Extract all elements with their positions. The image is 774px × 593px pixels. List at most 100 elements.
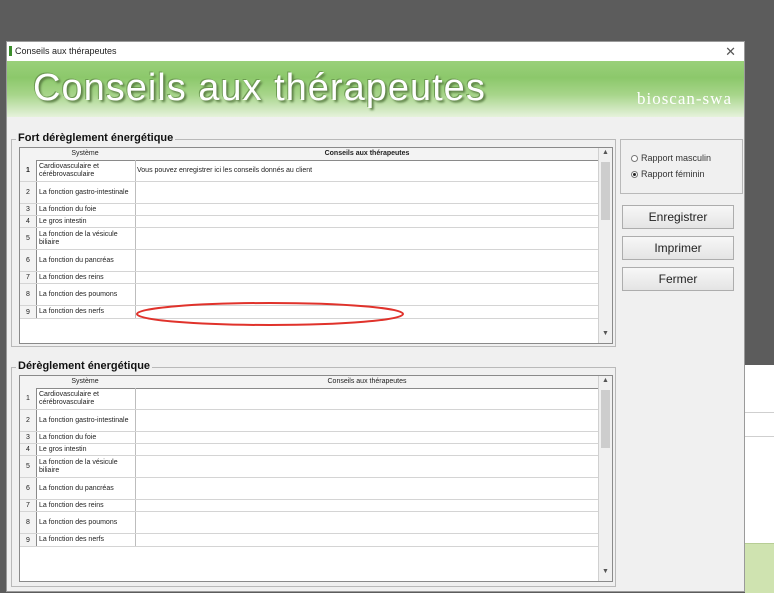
row-number[interactable]: 4 [20,216,37,227]
report-type-group: Rapport masculin Rapport féminin [620,139,743,194]
row-number[interactable]: 5 [20,456,37,477]
table-row[interactable]: 1 Cardiovasculaire et cérébrovasculaire [20,388,600,410]
advice-cell[interactable] [134,272,600,283]
close-button[interactable]: Fermer [622,267,734,291]
table-row[interactable]: 5 La fonction de la vésicule biliaire [20,456,600,478]
table-row[interactable]: 3 La fonction du foie [20,432,600,444]
table-row[interactable]: 8 La fonction des poumons [20,512,600,534]
system-cell[interactable]: La fonction du pancréas [37,478,136,499]
advice-cell[interactable] [134,388,600,409]
column-header-system[interactable]: Système [37,378,133,385]
row-number[interactable]: 8 [20,512,37,533]
table-row[interactable]: 7 La fonction des reins [20,272,600,284]
system-cell[interactable]: Cardiovasculaire et cérébrovasculaire [37,388,136,409]
vertical-scrollbar[interactable]: ▲ ▼ [598,376,612,581]
row-number[interactable]: 7 [20,500,37,511]
table-row[interactable]: 4 Le gros intestin [20,216,600,228]
table-row[interactable]: 1 Cardiovasculaire et cérébrovasculaire Vo… [20,160,600,182]
row-number[interactable]: 3 [20,432,37,443]
scroll-thumb[interactable] [601,162,610,220]
row-number[interactable]: 1 [20,388,37,409]
advice-cell[interactable] [134,432,600,443]
advice-cell[interactable] [134,216,600,227]
table-row[interactable]: 4 Le gros intestin [20,444,600,456]
system-cell[interactable]: La fonction de la vésicule biliaire [37,228,136,249]
save-button[interactable]: Enregistrer [622,205,734,229]
system-cell[interactable]: La fonction des poumons [37,512,136,533]
scroll-down-icon[interactable]: ▼ [599,568,612,580]
row-number[interactable]: 1 [20,160,37,181]
advice-cell[interactable]: Vous pouvez enregistrer ici les conseils… [134,160,600,181]
window-title: Conseils aux thérapeutes [15,46,117,56]
system-cell[interactable]: Le gros intestin [37,444,136,455]
scroll-up-icon[interactable]: ▲ [599,149,612,161]
column-header-advice[interactable]: Conseils aux thérapeutes [134,378,600,385]
row-number[interactable]: 4 [20,444,37,455]
system-cell[interactable]: La fonction des poumons [37,284,136,305]
banner-heading: Conseils aux thérapeutes [33,67,486,109]
advice-cell[interactable] [134,444,600,455]
table-row[interactable]: 6 La fonction du pancréas [20,250,600,272]
system-cell[interactable]: La fonction des nerfs [37,306,136,318]
background-divider [745,412,774,413]
advice-cell[interactable] [134,478,600,499]
row-number[interactable]: 5 [20,228,37,249]
advice-cell[interactable] [134,512,600,533]
system-cell[interactable]: Le gros intestin [37,216,136,227]
advice-cell[interactable] [134,204,600,215]
row-number[interactable]: 6 [20,250,37,271]
table-row[interactable]: 2 La fonction gastro-intestinale [20,182,600,204]
radio-male-report[interactable]: Rapport masculin [631,153,711,163]
advice-cell[interactable] [134,410,600,431]
table-row[interactable]: 2 La fonction gastro-intestinale [20,410,600,432]
scroll-up-icon[interactable]: ▲ [599,377,612,389]
system-cell[interactable]: La fonction des nerfs [37,534,136,546]
row-number[interactable]: 6 [20,478,37,499]
row-number[interactable]: 7 [20,272,37,283]
column-header-system[interactable]: Système [37,150,133,157]
table-row[interactable]: 7 La fonction des reins [20,500,600,512]
advice-cell[interactable] [134,534,600,546]
advice-cell[interactable] [134,228,600,249]
print-button[interactable]: Imprimer [622,236,734,260]
advice-cell[interactable] [134,500,600,511]
row-number[interactable]: 9 [20,306,37,318]
system-cell[interactable]: La fonction du pancréas [37,250,136,271]
advice-cell[interactable] [134,456,600,477]
radio-circle-icon[interactable] [631,170,638,178]
system-cell[interactable]: La fonction des reins [37,272,136,283]
row-number[interactable]: 9 [20,534,37,546]
advice-cell[interactable] [134,250,600,271]
advice-grid[interactable]: Système Conseils aux thérapeutes 1 Cardio… [19,375,613,582]
system-cell[interactable]: La fonction du foie [37,204,136,215]
scroll-thumb[interactable] [601,390,610,448]
system-cell[interactable]: La fonction gastro-intestinale [37,182,136,203]
radio-label: Rapport féminin [641,169,705,179]
group-imbalance: Dérèglement énergétique Système Conseils… [11,360,616,587]
system-cell[interactable]: Cardiovasculaire et cérébrovasculaire [37,160,136,181]
radio-label: Rapport masculin [641,153,712,163]
title-bar: Conseils aux thérapeutes ✕ [7,42,744,61]
system-cell[interactable]: La fonction des reins [37,500,136,511]
close-icon[interactable]: ✕ [725,44,736,60]
radio-female-report[interactable]: Rapport féminin [631,169,705,179]
vertical-scrollbar[interactable]: ▲ ▼ [598,148,612,343]
table-row[interactable]: 5 La fonction de la vésicule biliaire [20,228,600,250]
row-number[interactable]: 3 [20,204,37,215]
system-cell[interactable]: La fonction gastro-intestinale [37,410,136,431]
scroll-down-icon[interactable]: ▼ [599,330,612,342]
row-number[interactable]: 2 [20,410,37,431]
column-header-advice[interactable]: Conseils aux thérapeutes [134,150,600,157]
header-banner: Conseils aux thérapeutes bioscan-swa [7,61,744,117]
table-row[interactable]: 3 La fonction du foie [20,204,600,216]
table-row[interactable]: 6 La fonction du pancréas [20,478,600,500]
system-cell[interactable]: La fonction de la vésicule biliaire [37,456,136,477]
advice-grid-strong[interactable]: Système Conseils aux thérapeutes 1 Cardio… [19,147,613,344]
system-cell[interactable]: La fonction du foie [37,432,136,443]
advice-cell[interactable] [134,182,600,203]
table-row[interactable]: 9 La fonction des nerfs [20,534,600,547]
row-number[interactable]: 8 [20,284,37,305]
row-number[interactable]: 2 [20,182,37,203]
radio-circle-icon[interactable] [631,154,638,162]
background-divider [745,436,774,437]
